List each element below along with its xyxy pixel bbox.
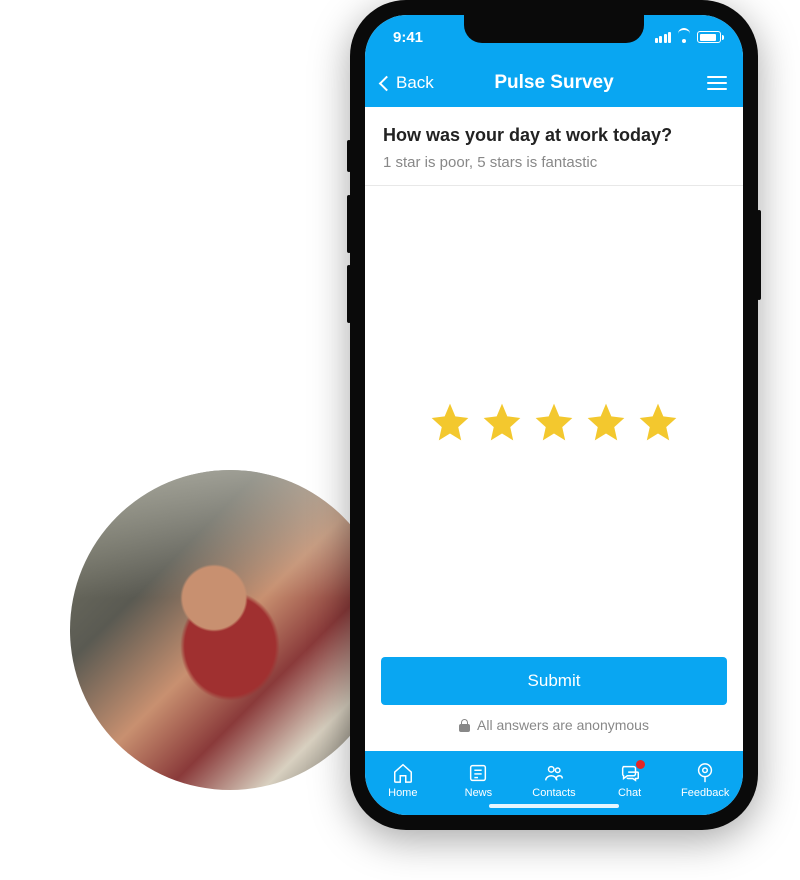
battery-icon: [697, 31, 721, 43]
tab-feedback[interactable]: Feedback: [667, 762, 743, 799]
anonymous-note: All answers are anonymous: [381, 717, 727, 739]
tab-label: Home: [388, 787, 417, 799]
wifi-icon: [676, 31, 692, 43]
phone-volume-up: [347, 195, 351, 253]
page-title: Pulse Survey: [494, 72, 613, 94]
tab-news[interactable]: News: [441, 762, 517, 799]
phone-volume-down: [347, 265, 351, 323]
content: How was your day at work today? 1 star i…: [365, 107, 743, 751]
hamburger-icon: [707, 76, 727, 78]
feedback-icon: [694, 762, 716, 784]
home-icon: [392, 762, 414, 784]
background-photo: [70, 470, 390, 790]
star-3[interactable]: [532, 400, 576, 444]
screen: 9:41 Back Pulse Survey How was your day …: [365, 15, 743, 815]
phone-power-button: [757, 210, 761, 300]
nav-bar: Back Pulse Survey: [365, 59, 743, 107]
tab-contacts[interactable]: Contacts: [516, 762, 592, 799]
survey-subtitle: 1 star is poor, 5 stars is fantastic: [383, 154, 725, 171]
notification-badge: [636, 760, 645, 769]
question-block: How was your day at work today? 1 star i…: [365, 107, 743, 186]
back-button[interactable]: Back: [381, 73, 434, 93]
phone-silence-switch: [347, 140, 351, 172]
tab-label: Chat: [618, 787, 641, 799]
news-icon: [467, 762, 489, 784]
bottom-area: Submit All answers are anonymous: [365, 657, 743, 751]
star-2[interactable]: [480, 400, 524, 444]
submit-button[interactable]: Submit: [381, 657, 727, 705]
survey-question: How was your day at work today?: [383, 125, 725, 146]
star-5[interactable]: [636, 400, 680, 444]
chat-icon: [619, 762, 641, 784]
tab-label: News: [465, 787, 493, 799]
tab-label: Feedback: [681, 787, 729, 799]
phone-mockup: 9:41 Back Pulse Survey How was your day …: [350, 0, 758, 830]
notch: [464, 15, 644, 43]
back-label: Back: [396, 73, 434, 93]
status-time: 9:41: [393, 29, 423, 46]
star-1[interactable]: [428, 400, 472, 444]
tab-chat[interactable]: Chat: [592, 762, 668, 799]
chevron-left-icon: [379, 75, 395, 91]
tab-label: Contacts: [532, 787, 575, 799]
home-indicator[interactable]: [489, 804, 619, 808]
rating-stars: [365, 186, 743, 657]
menu-button[interactable]: [707, 76, 727, 90]
tab-home[interactable]: Home: [365, 762, 441, 799]
star-4[interactable]: [584, 400, 628, 444]
contacts-icon: [543, 762, 565, 784]
anonymous-text: All answers are anonymous: [477, 717, 649, 733]
status-indicators: [655, 31, 722, 43]
cellular-icon: [655, 32, 672, 43]
lock-icon: [459, 719, 470, 732]
